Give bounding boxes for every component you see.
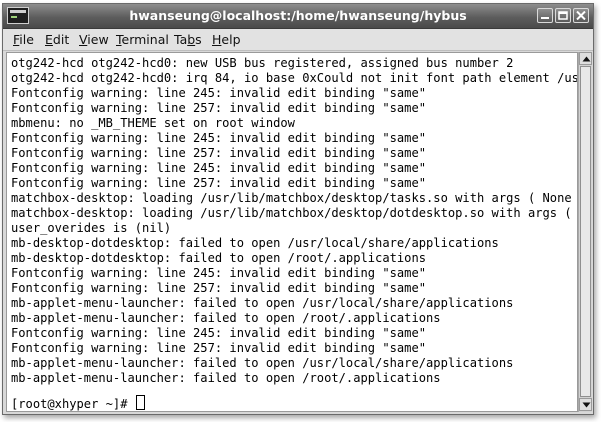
arrow-up-icon <box>582 56 591 62</box>
terminal-line: mb-desktop-dotdesktop: failed to open /u… <box>11 236 499 250</box>
terminal-line: mb-desktop-dotdesktop: failed to open /r… <box>11 251 427 265</box>
window-title: hwanseung@localhost:/home/hwanseung/hybu… <box>129 8 467 23</box>
scroll-thumb[interactable] <box>580 66 591 397</box>
minimize-button[interactable] <box>537 8 553 23</box>
terminal-line: matchbox-desktop: loading /usr/lib/match… <box>11 191 578 205</box>
terminal-line: Fontconfig warning: line 245: invalid ed… <box>11 86 427 100</box>
terminal-line: mb-applet-menu-launcher: failed to open … <box>11 296 514 310</box>
minimize-icon <box>541 17 549 19</box>
shell-prompt: [root@xhyper ~]# <box>11 397 135 411</box>
terminal-text: otg242-hcd otg242-hcd0: new USB bus regi… <box>11 56 578 386</box>
terminal-line: Fontconfig warning: line 257: invalid ed… <box>11 341 427 355</box>
terminal-line: Fontconfig warning: line 245: invalid ed… <box>11 131 427 145</box>
maximize-button[interactable] <box>555 8 571 23</box>
terminal-line: mbmenu: no _MB_THEME set on root window <box>11 116 295 130</box>
scroll-up-button[interactable] <box>579 52 592 65</box>
text-cursor <box>135 395 145 410</box>
menu-view[interactable]: View <box>79 32 109 47</box>
menu-file[interactable]: File <box>13 32 34 47</box>
terminal-output[interactable]: otg242-hcd otg242-hcd0: new USB bus regi… <box>6 52 578 412</box>
terminal-line: mb-applet-menu-launcher: failed to open … <box>11 371 441 385</box>
terminal-line: mb-applet-menu-launcher: failed to open … <box>11 356 514 370</box>
prompt-line[interactable]: [root@xhyper ~]# <box>11 395 145 411</box>
terminal-line: Fontconfig warning: line 245: invalid ed… <box>11 326 427 340</box>
terminal-window: hwanseung@localhost:/home/hwanseung/hybu… <box>2 3 594 415</box>
menu-help[interactable]: Help <box>212 32 241 47</box>
arrow-down-icon <box>582 402 591 408</box>
maximize-icon <box>558 11 568 20</box>
close-icon <box>576 11 586 20</box>
terminal-line: Fontconfig warning: line 257: invalid ed… <box>11 146 427 160</box>
terminal-line: Fontconfig warning: line 257: invalid ed… <box>11 176 427 190</box>
terminal-line: Fontconfig warning: line 257: invalid ed… <box>11 101 427 115</box>
terminal-line: Fontconfig warning: line 245: invalid ed… <box>11 266 427 280</box>
menu-terminal[interactable]: Terminal <box>116 32 169 47</box>
menu-bar: File Edit View Terminal Tabs Help <box>3 29 593 51</box>
close-button[interactable] <box>573 8 589 23</box>
terminal-line: matchbox-desktop: loading /usr/lib/match… <box>11 206 578 220</box>
terminal-line: user_overides is (nil) <box>11 221 172 235</box>
terminal-line: otg242-hcd otg242-hcd0: new USB bus regi… <box>11 56 514 70</box>
terminal-line: mb-applet-menu-launcher: failed to open … <box>11 311 441 325</box>
menu-tabs[interactable]: Tabs <box>174 32 202 47</box>
scroll-down-button[interactable] <box>579 398 592 411</box>
title-bar[interactable]: hwanseung@localhost:/home/hwanseung/hybu… <box>3 4 593 29</box>
vertical-scrollbar[interactable] <box>578 52 592 412</box>
terminal-line: Fontconfig warning: line 245: invalid ed… <box>11 161 427 175</box>
terminal-line: otg242-hcd otg242-hcd0: irq 84, io base … <box>11 71 578 85</box>
terminal-line: Fontconfig warning: line 257: invalid ed… <box>11 281 427 295</box>
menu-edit[interactable]: Edit <box>45 32 69 47</box>
